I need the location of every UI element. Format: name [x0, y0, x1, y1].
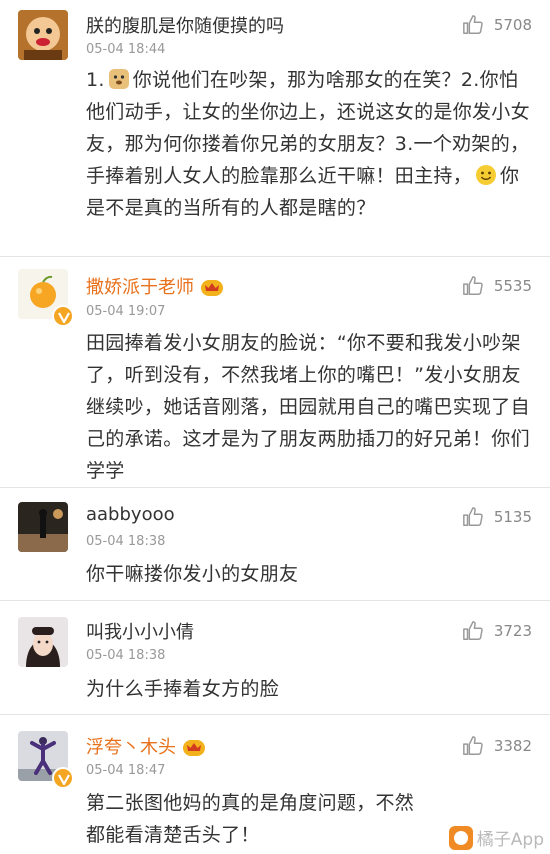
username[interactable]: 叫我小小小倩	[86, 618, 194, 644]
comment-item: 朕的腹肌是你随便摸的吗 05-04 18:44 5708 1. 你说他们在吵架，那…	[0, 0, 550, 257]
like-button[interactable]: 3382	[462, 735, 532, 757]
timestamp: 05-04 18:47	[86, 763, 166, 778]
comment-item: 撒娇派于老师 05-04 19:07 5535 田园捧着发小女朋友的脸说：“你不…	[0, 257, 550, 488]
thumbs-up-icon	[462, 15, 483, 34]
verified-v-icon	[58, 774, 70, 786]
thumbs-up-icon	[462, 507, 483, 526]
username[interactable]: aabbyooo	[86, 504, 175, 525]
username[interactable]: 撒娇派于老师	[86, 273, 224, 299]
like-count: 5708	[493, 16, 532, 34]
like-button[interactable]: 5135	[462, 506, 532, 528]
like-button[interactable]: 3723	[462, 620, 532, 642]
avatar[interactable]	[18, 502, 68, 552]
verified-v-icon	[58, 312, 70, 324]
comment-text: 为什么手捧着女方的脸	[86, 678, 280, 700]
verified-badge	[52, 305, 74, 327]
vip-crown-icon	[183, 740, 205, 756]
avatar[interactable]	[18, 10, 68, 60]
like-button[interactable]: 5708	[462, 14, 532, 36]
app-watermark: 橘子App	[448, 825, 544, 850]
username[interactable]: 浮夸丶木头	[86, 733, 206, 759]
vip-crown-icon	[201, 280, 223, 296]
comment-text: 1. 你说他们在吵架，那为啥那女的在笑？2.你怕他们动手，让女的坐你边上，还说这女…	[86, 69, 530, 219]
comment-item: aabbyooo 05-04 18:38 5135 你干嘛搂你发小的女朋友	[0, 488, 550, 601]
verified-badge	[52, 767, 74, 789]
comment-text: 田园捧着发小女朋友的脸说：“你不要和我发小吵架了，听到没有，不然我堵上你的嘴巴！…	[86, 332, 530, 482]
street-photo-avatar-icon	[18, 502, 68, 552]
avatar[interactable]	[18, 617, 68, 667]
comment-text: 第二张图他妈的真的是角度问题，不然都能看清楚舌头了！	[86, 792, 415, 846]
like-count: 3382	[493, 737, 532, 755]
like-button[interactable]: 5535	[462, 275, 532, 297]
timestamp: 05-04 18:44	[86, 42, 166, 57]
watermark-text: 橘子App	[476, 830, 544, 850]
timestamp: 05-04 18:38	[86, 648, 166, 663]
timestamp: 05-04 19:07	[86, 304, 166, 319]
thumbs-up-icon	[462, 621, 483, 640]
thumbs-up-icon	[462, 736, 483, 755]
girl-selfie-avatar-icon	[18, 617, 68, 667]
like-count: 5135	[493, 508, 532, 526]
comment-item: 叫我小小小倩 05-04 18:38 3723 为什么手捧着女方的脸	[0, 601, 550, 715]
cartoon-face-avatar-icon	[18, 10, 68, 60]
like-count: 3723	[493, 622, 532, 640]
comment-text: 你干嘛搂你发小的女朋友	[86, 563, 299, 585]
smile-emoji-icon	[476, 165, 497, 185]
like-count: 5535	[493, 277, 532, 295]
username[interactable]: 朕的腹肌是你随便摸的吗	[86, 12, 284, 38]
thumbs-up-icon	[462, 276, 483, 295]
doge-emoji-icon	[108, 69, 129, 89]
orange-app-logo-icon	[448, 825, 473, 850]
timestamp: 05-04 18:38	[86, 534, 166, 549]
